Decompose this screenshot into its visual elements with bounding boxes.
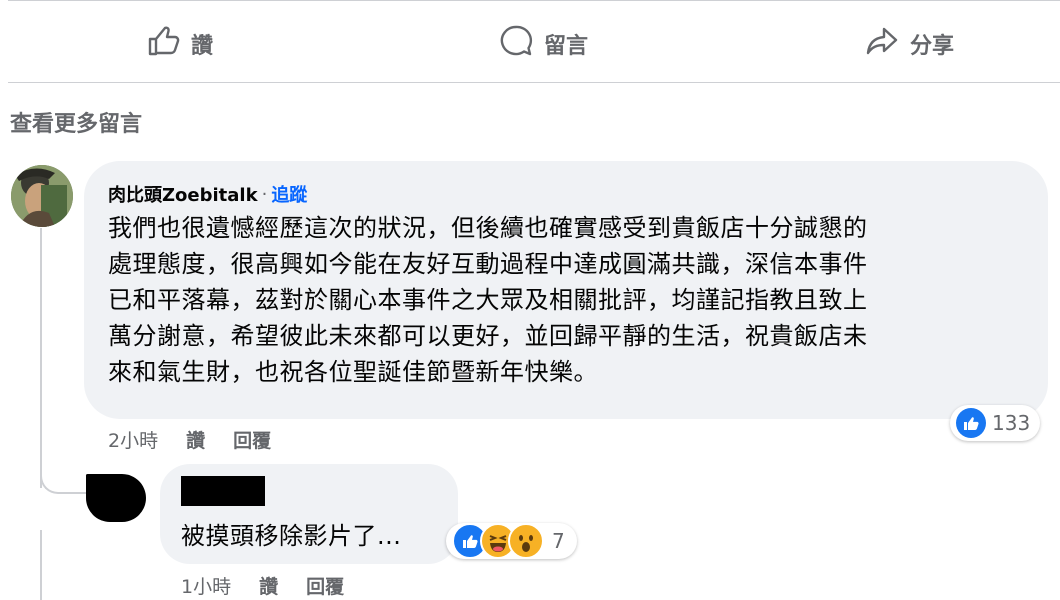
share-action-button[interactable]: 分享 [864, 24, 954, 64]
comment-author[interactable]: 肉比頭Zoebitalk [108, 181, 258, 207]
avatar[interactable] [11, 165, 73, 227]
reply-reaction-count: 7 [552, 529, 565, 553]
share-action-label: 分享 [910, 34, 955, 59]
comment-like-button[interactable]: 讚 [186, 426, 205, 453]
reply-like-button[interactable]: 讚 [259, 572, 278, 599]
wow-icon [508, 523, 544, 559]
like-icon [956, 408, 986, 438]
comment-reply-button[interactable]: 回覆 [233, 426, 271, 453]
actions-divider [8, 82, 1060, 83]
reply-text: 被摸頭移除影片了... [181, 522, 402, 550]
thread-line-continued [40, 530, 42, 600]
reply-reaction-summary[interactable]: 7 [446, 523, 577, 559]
comment-text: 我們也很遺憾經歷這次的狀況，但後續也確實感受到貴飯店十分誠懇的 處理態度，很高興… [108, 214, 868, 386]
follow-link[interactable]: 追蹤 [271, 181, 307, 207]
comment-meta: 2小時 讚 回覆 [108, 426, 271, 453]
comment-action-button[interactable]: 留言 [498, 24, 588, 64]
reply-author-redacted[interactable] [181, 476, 265, 506]
reaction-count: 133 [992, 411, 1031, 435]
comment-author-line: 肉比頭Zoebitalk · 追蹤 [108, 181, 307, 207]
top-divider [8, 0, 1060, 1]
comment-time[interactable]: 2小時 [108, 426, 158, 453]
reply-reply-button[interactable]: 回覆 [306, 572, 344, 599]
thread-line [40, 228, 42, 488]
thread-curve [40, 456, 92, 494]
thumbs-up-icon [145, 23, 181, 65]
separator-dot: · [261, 183, 268, 205]
reply-meta: 1小時 讚 回覆 [181, 572, 344, 599]
like-action-button[interactable]: 讚 [145, 24, 213, 64]
comment-bubble-icon [498, 23, 534, 65]
reaction-summary[interactable]: 133 [950, 405, 1041, 441]
comment-action-label: 留言 [544, 34, 589, 59]
like-action-label: 讚 [191, 34, 214, 59]
reply-avatar-redacted[interactable] [86, 474, 146, 522]
reply-time[interactable]: 1小時 [181, 572, 231, 599]
share-arrow-icon [864, 23, 900, 65]
view-more-comments-link[interactable]: 查看更多留言 [10, 106, 142, 138]
